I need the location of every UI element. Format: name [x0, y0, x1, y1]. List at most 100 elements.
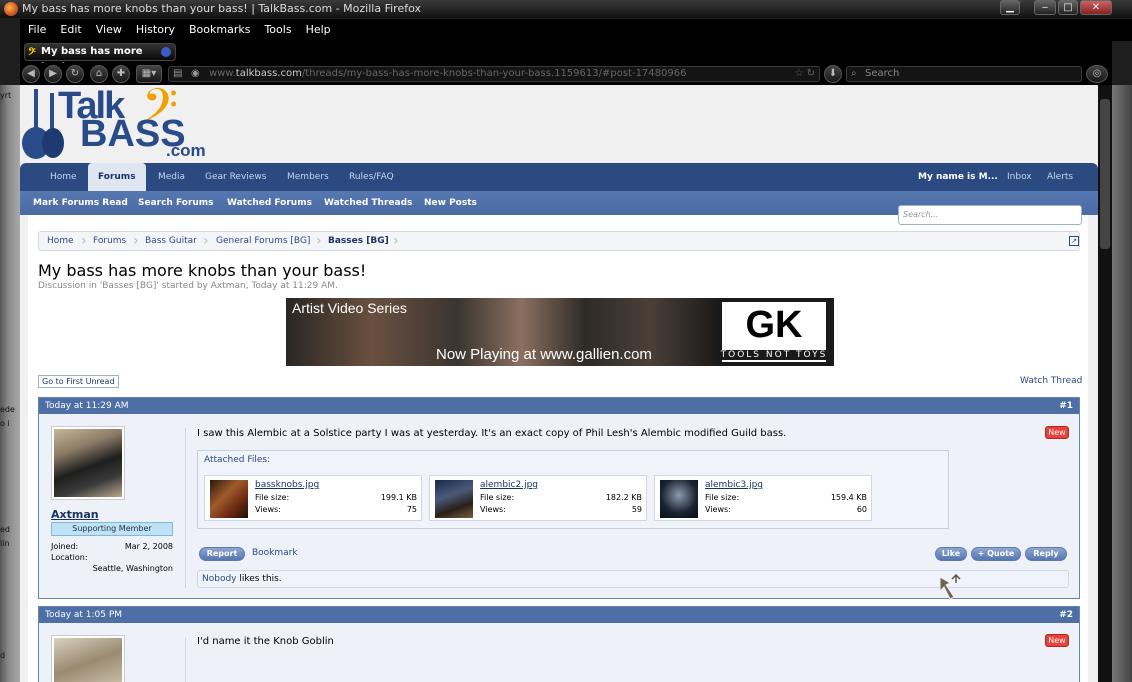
minimize-button[interactable]: ▁	[1000, 0, 1020, 15]
views-count: 75	[406, 505, 417, 514]
mark-forums-read-link[interactable]: Mark Forums Read	[33, 191, 128, 215]
gallien-krueger-banner-ad[interactable]: Artist Video Series Now Playing at www.g…	[286, 298, 834, 366]
watched-forums-link[interactable]: Watched Forums	[227, 191, 312, 215]
popout-icon[interactable]: ↗	[1069, 236, 1079, 246]
post-username[interactable]: Axtman	[51, 508, 99, 521]
watch-thread-link[interactable]: Watch Thread	[1020, 376, 1082, 386]
back-button[interactable]: ◀	[22, 65, 40, 83]
attachment-thumbnail[interactable]	[660, 480, 698, 518]
like-button[interactable]: Like	[935, 547, 967, 561]
banner-headline: Artist Video Series	[292, 300, 407, 316]
file-size: 199.1 KB	[380, 493, 417, 502]
home-icon[interactable]: ⌂	[90, 65, 108, 83]
breadcrumb-bass-guitar[interactable]: Bass Guitar	[145, 232, 197, 250]
post-header: Today at 11:29 AM #1	[39, 398, 1079, 414]
bookmark-link[interactable]: Bookmark	[252, 548, 298, 558]
download-icon[interactable]: ⬇	[824, 65, 842, 83]
attachment[interactable]: bassknobs.jpg File size: 199.1 KB Views:…	[204, 475, 422, 521]
page-scrollbar[interactable]	[1098, 85, 1112, 682]
nav-tab-members[interactable]: Members	[287, 163, 329, 191]
post-number[interactable]: #1	[1059, 398, 1073, 414]
attachment-filename[interactable]: bassknobs.jpg	[255, 480, 319, 490]
post-message: I saw this Alembic at a Solstice party I…	[197, 428, 787, 439]
site-search-input[interactable]: Search...	[898, 205, 1082, 225]
avatar[interactable]	[51, 426, 125, 500]
views-label: Views:	[705, 505, 731, 514]
forward-button[interactable]: ▶	[44, 65, 62, 83]
browser-search-input[interactable]: ⌕ Search	[846, 66, 1082, 82]
menu-view[interactable]: View	[96, 23, 122, 36]
likes-who-link[interactable]: Nobody	[202, 574, 237, 584]
go-to-first-unread-button[interactable]: Go to First Unread	[38, 375, 119, 388]
menu-help[interactable]: Help	[306, 23, 331, 36]
views-count: 60	[856, 505, 867, 514]
new-badge: New	[1045, 426, 1069, 439]
attachment-filename[interactable]: alembic2.jpg	[480, 480, 538, 490]
report-button[interactable]: Report	[199, 547, 245, 561]
user-account-link[interactable]: My name is M...	[918, 163, 998, 191]
reload-button[interactable]: ↻	[66, 65, 84, 83]
attachment[interactable]: alembic3.jpg File size: 159.4 KB Views: …	[654, 475, 872, 521]
post-time: Today at 1:05 PM	[45, 610, 123, 620]
attachment-thumbnail[interactable]	[435, 480, 473, 518]
attachment[interactable]: alembic2.jpg File size: 182.2 KB Views: …	[429, 475, 647, 521]
page-icon: ▤	[173, 68, 183, 79]
address-bar[interactable]: ▤ ◉ www.talkbass.com/threads/my-bass-has…	[168, 66, 820, 82]
talkbass-logo[interactable]: Talk 𝄢 BASS .com	[20, 85, 210, 163]
nav-tab-home[interactable]: Home	[50, 163, 77, 191]
apps-menu-button[interactable]: ▦▾	[136, 65, 162, 83]
breadcrumb-general-forums[interactable]: General Forums [BG]	[216, 232, 310, 250]
post-number[interactable]: #2	[1059, 607, 1073, 623]
breadcrumb-forums[interactable]: Forums	[93, 232, 126, 250]
attachment-thumbnail[interactable]	[210, 480, 248, 518]
watched-threads-link[interactable]: Watched Threads	[324, 191, 412, 215]
post-time: Today at 11:29 AM	[45, 401, 129, 411]
search-forums-link[interactable]: Search Forums	[138, 191, 214, 215]
nav-tab-media[interactable]: Media	[158, 163, 185, 191]
file-size-label: File size:	[480, 493, 515, 502]
minimize-button-2[interactable]: ‒	[1034, 0, 1056, 15]
window-title-bar: My bass has more knobs than your bass! |…	[0, 0, 1132, 18]
likes-text: likes this.	[236, 574, 282, 584]
alerts-link[interactable]: Alerts	[1047, 163, 1073, 191]
refresh-icon[interactable]: ☆ ↻	[794, 67, 815, 81]
maximize-button[interactable]: □	[1058, 0, 1078, 15]
window-title: My bass has more knobs than your bass! |…	[22, 2, 421, 15]
browser-search-placeholder: Search	[865, 68, 900, 79]
menu-edit[interactable]: Edit	[60, 23, 81, 36]
post-divider	[185, 428, 186, 588]
attached-files: Attached Files: bassknobs.jpg File size:…	[197, 450, 949, 529]
nav-tab-gear-reviews[interactable]: Gear Reviews	[205, 163, 266, 191]
reply-button[interactable]: Reply	[1025, 547, 1067, 561]
search-icon: ⌕	[851, 68, 857, 79]
avatar[interactable]	[51, 635, 125, 682]
nav-tab-rules-faq[interactable]: Rules/FAQ	[349, 163, 394, 191]
post-2: Today at 1:05 PM #2 I'd name it the Knob…	[38, 606, 1080, 682]
menu-bookmarks[interactable]: Bookmarks	[189, 23, 250, 36]
inbox-link[interactable]: Inbox	[1007, 163, 1032, 191]
gk-slogan: TOOLS NOT TOYS	[716, 350, 832, 360]
attachment-filename[interactable]: alembic3.jpg	[705, 480, 763, 490]
menu-bar: File Edit View History Bookmarks Tools Help	[20, 19, 1132, 41]
logo-dotcom: .com	[166, 141, 206, 160]
scrollbar-thumb[interactable]	[1100, 99, 1110, 249]
browser-tab[interactable]: 𝄢 My bass has more knobs t...	[24, 43, 176, 73]
navigation-toolbar: ◀ ▶ ↻ ⌂ ✚ ▦▾ ▤ ◉ www.talkbass.com/thread…	[20, 63, 1112, 85]
menu-tools[interactable]: Tools	[264, 23, 291, 36]
addon-bar-button[interactable]: ◎	[1086, 65, 1108, 83]
close-window-button[interactable]: ✕	[1080, 0, 1112, 15]
user-title-badge: Supporting Member	[51, 522, 173, 536]
post-divider	[185, 637, 186, 682]
menu-file[interactable]: File	[28, 23, 46, 36]
url-path: /threads/my-bass-has-more-knobs-than-you…	[301, 68, 687, 79]
nav-tab-forums[interactable]: Forums	[88, 163, 146, 191]
thread-title: My bass has more knobs than your bass!	[38, 261, 367, 280]
menu-history[interactable]: History	[136, 23, 175, 36]
post-1: Today at 11:29 AM #1 Axtman Supporting M…	[38, 397, 1080, 599]
addon-icon[interactable]: ✚	[112, 65, 130, 83]
new-posts-link[interactable]: New Posts	[424, 191, 477, 215]
quote-button[interactable]: + Quote	[971, 547, 1021, 561]
tab-close-icon[interactable]	[161, 47, 171, 57]
breadcrumb-basses[interactable]: Basses [BG]	[328, 232, 389, 250]
breadcrumb-home[interactable]: Home	[47, 232, 74, 250]
